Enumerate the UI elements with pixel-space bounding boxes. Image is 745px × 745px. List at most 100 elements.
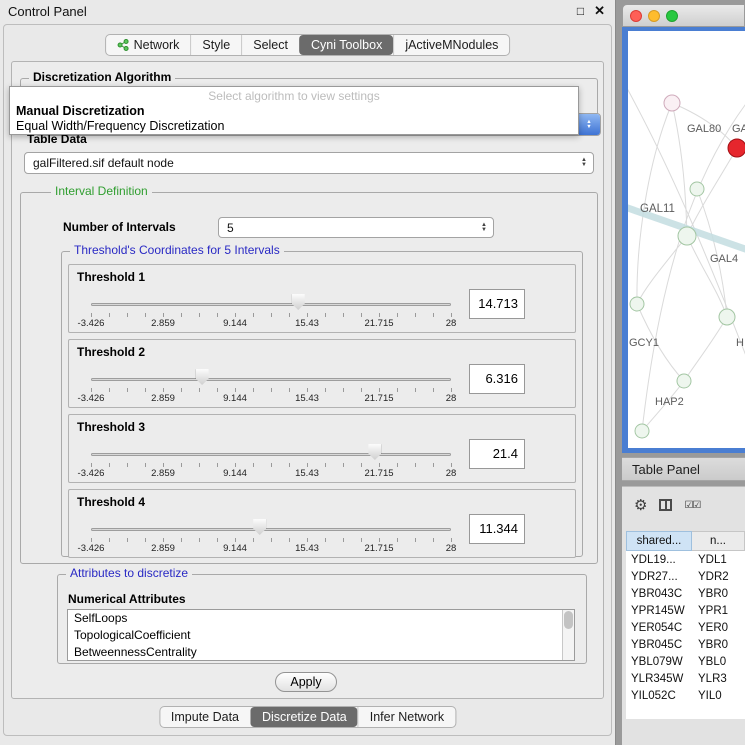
table-row[interactable]: YIL052CYIL0 [626,687,745,704]
node-table[interactable]: shared... n... YDL19...YDL1 YDR27...YDR2… [626,531,745,719]
scrollbar[interactable] [562,610,574,660]
threshold-slider-2[interactable]: -3.426 2.859 9.144 15.43 21.715 28 [91,368,451,406]
tick-label: 9.144 [223,393,247,404]
table-row[interactable]: YDR27...YDR2 [626,568,745,585]
checkboxes-icon[interactable]: ☑☑ [684,500,700,511]
tick-label: -3.426 [78,468,105,479]
table-panel-title: Table Panel [622,462,700,477]
slider-ruler [91,313,452,317]
tick-label: 15.43 [295,393,319,404]
slider-track[interactable] [91,453,451,456]
threshold-value-field[interactable]: 14.713 [469,289,525,319]
network-node[interactable] [678,227,696,245]
list-item[interactable]: TopologicalCoefficient [68,627,574,644]
tick-label: -3.426 [78,318,105,329]
threshold-label: Threshold 4 [77,495,145,509]
table-row[interactable]: YBR045CYBR0 [626,636,745,653]
column-header-name[interactable]: n... [692,531,745,551]
tick-label: 21.715 [364,543,393,554]
apply-button[interactable]: Apply [275,672,337,692]
tab-infer-network[interactable]: Infer Network [358,707,455,727]
table-data-combobox[interactable]: galFiltered.sif default node ▲ ▼ [24,152,594,174]
control-panel-window: Control Panel □ ✕ Network [0,0,616,745]
gear-icon[interactable]: ⚙ [634,496,647,514]
scrollbar-thumb[interactable] [564,611,573,629]
tab-jactivemnodules[interactable]: jActiveMNodules [393,35,509,55]
table-row[interactable]: YPR145WYPR1 [626,602,745,619]
dropdown-option-manual[interactable]: Manual Discretization [10,103,578,118]
threshold-panel-1: Threshold 1 -3.426 2.859 9.144 15.43 [68,264,576,333]
threshold-slider-1[interactable]: -3.426 2.859 9.144 15.43 21.715 28 [91,293,451,331]
numerical-attributes-label: Numerical Attributes [68,592,186,606]
network-node[interactable] [690,182,704,196]
threshold-value-field[interactable]: 6.316 [469,364,525,394]
tab-label: Cyni Toolbox [311,38,382,52]
slider-ruler [91,388,452,392]
slider-thumb[interactable] [253,519,266,535]
slider-thumb[interactable] [368,444,381,460]
threshold-slider-3[interactable]: -3.426 2.859 9.144 15.43 21.715 28 [91,443,451,481]
network-node[interactable] [664,95,680,111]
slider-track[interactable] [91,528,451,531]
list-item[interactable]: BetweennessCentrality [68,644,574,661]
tab-label: Select [253,38,288,52]
tick-label: 2.859 [151,318,175,329]
network-node-selected[interactable] [728,139,745,157]
network-canvas[interactable]: GAL80 GAL GAL11 GAL4 GCY1 H HAP2 [628,31,745,448]
zoom-light-icon[interactable] [666,10,678,22]
threshold-slider-4[interactable]: -3.426 2.859 9.144 15.43 21.715 28 [91,518,451,556]
tick-label: 15.43 [295,468,319,479]
slider-track[interactable] [91,378,451,381]
tick-label: 21.715 [364,468,393,479]
threshold-value-field[interactable]: 21.4 [469,439,525,469]
combo-arrows-icon: ▲ ▼ [475,223,493,233]
network-node[interactable] [719,309,735,325]
columns-icon[interactable] [659,499,672,511]
tick-label: 2.859 [151,393,175,404]
tab-style[interactable]: Style [190,35,241,55]
tab-discretize-data[interactable]: Discretize Data [250,707,358,727]
combo-value: 5 [219,221,475,235]
tab-cyni-toolbox[interactable]: Cyni Toolbox [299,35,393,55]
slider-track[interactable] [91,303,451,306]
network-window: GAL80 GAL GAL11 GAL4 GCY1 H HAP2 [622,4,745,453]
network-node-label: GAL11 [640,203,675,215]
slider-thumb[interactable] [292,294,305,310]
close-light-icon[interactable] [630,10,642,22]
network-node[interactable] [630,297,644,311]
tab-network[interactable]: Network [106,35,191,55]
minimize-light-icon[interactable] [648,10,660,22]
list-item[interactable]: SelfLoops [68,610,574,627]
table-row[interactable]: YER054CYER0 [626,619,745,636]
thresholds-group: Threshold's Coordinates for 5 Intervals … [61,251,583,557]
table-row[interactable]: YLR345WYLR3 [626,670,745,687]
threshold-value-field[interactable]: 11.344 [469,514,525,544]
tick-label: 2.859 [151,468,175,479]
number-of-intervals-combobox[interactable]: 5 ▲ ▼ [218,217,494,238]
window-title: Control Panel [8,4,87,19]
tab-select[interactable]: Select [241,35,299,55]
tick-label: 15.43 [295,318,319,329]
tick-labels: -3.426 2.859 9.144 15.43 21.715 28 [91,468,451,480]
algorithm-dropdown: Select algorithm to view settings Manual… [9,86,579,135]
network-node[interactable] [677,374,691,388]
column-header-shared-name[interactable]: shared... [626,531,692,551]
tick-label: 9.144 [223,543,247,554]
slider-thumb[interactable] [196,369,209,385]
tab-impute-data[interactable]: Impute Data [160,707,250,727]
close-icon[interactable]: ✕ [594,3,605,19]
float-window-icon[interactable]: □ [577,4,584,18]
table-row[interactable]: YBR043CYBR0 [626,585,745,602]
network-node[interactable] [635,424,649,438]
threshold-label: Threshold 3 [77,420,145,434]
interval-definition-group: Interval Definition Number of Intervals … [20,192,598,564]
table-row[interactable]: YDL19...YDL1 [626,551,745,568]
slider-ruler [91,463,452,467]
tab-label: Network [134,38,180,52]
group-title: Discretization Algorithm [29,70,175,84]
attributes-group: Attributes to discretize Numerical Attri… [57,574,587,664]
table-row[interactable]: YBL079WYBL0 [626,653,745,670]
attributes-listbox[interactable]: SelfLoops TopologicalCoefficient Between… [67,609,575,661]
dropdown-option-equal-width[interactable]: Equal Width/Frequency Discretization [10,118,578,133]
combo-button-icon[interactable]: ▲ ▼ [578,114,600,135]
